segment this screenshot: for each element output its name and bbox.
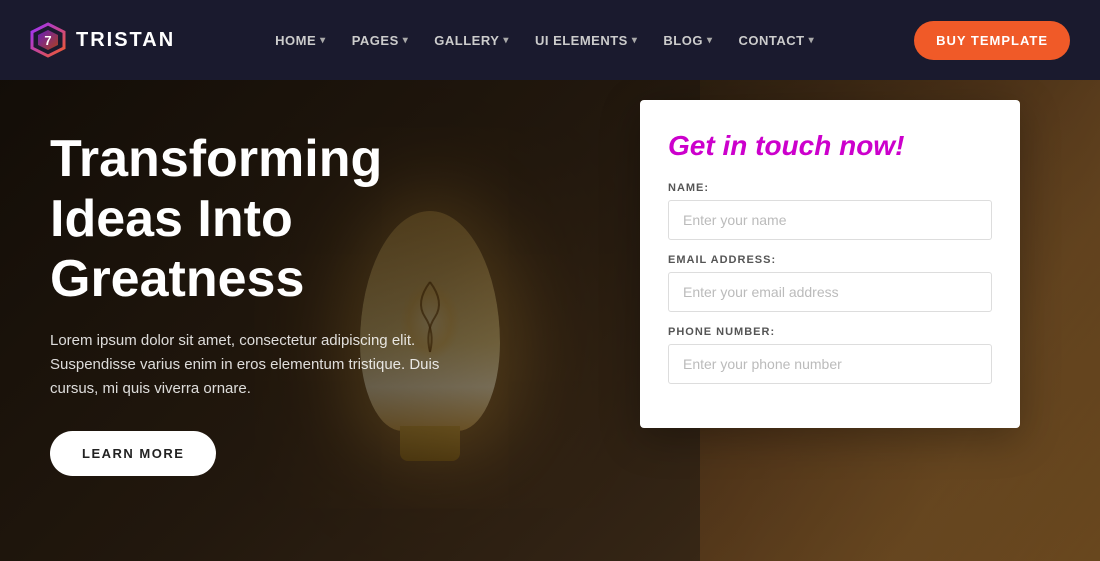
- phone-label: PHONE NUMBER:: [668, 326, 992, 338]
- hero-content: Transforming Ideas Into Greatness Lorem …: [50, 130, 510, 476]
- contact-card: Get in touch now! NAME: EMAIL ADDRESS: P…: [640, 100, 1020, 428]
- nav-links: HOME ▾ PAGES ▾ GALLERY ▾ UI ELEMENTS ▾ B…: [265, 25, 824, 56]
- chevron-down-icon: ▾: [503, 35, 509, 46]
- chevron-down-icon: ▾: [809, 35, 815, 46]
- hero-subtitle: Lorem ipsum dolor sit amet, consectetur …: [50, 329, 470, 401]
- nav-item-gallery[interactable]: GALLERY ▾: [424, 25, 519, 56]
- brand-name: TRISTAN: [76, 29, 175, 52]
- nav-item-pages[interactable]: PAGES ▾: [342, 25, 419, 56]
- name-input[interactable]: [668, 200, 992, 240]
- phone-field-group: PHONE NUMBER:: [668, 326, 992, 384]
- chevron-down-icon: ▾: [632, 35, 638, 46]
- logo[interactable]: 7 TRISTAN: [30, 22, 175, 58]
- contact-card-title: Get in touch now!: [668, 130, 992, 162]
- name-label: NAME:: [668, 182, 992, 194]
- email-label: EMAIL ADDRESS:: [668, 254, 992, 266]
- phone-input[interactable]: [668, 344, 992, 384]
- nav-item-home[interactable]: HOME ▾: [265, 25, 336, 56]
- hero-title: Transforming Ideas Into Greatness: [50, 130, 510, 309]
- logo-icon: 7: [30, 22, 66, 58]
- name-field-group: NAME:: [668, 182, 992, 240]
- svg-text:7: 7: [44, 33, 51, 48]
- hero-section: Transforming Ideas Into Greatness Lorem …: [0, 80, 1100, 561]
- navbar: 7 TRISTAN HOME ▾ PAGES ▾ GALLERY: [0, 0, 1100, 80]
- learn-more-button[interactable]: LEARN MORE: [50, 431, 216, 476]
- chevron-down-icon: ▾: [403, 35, 409, 46]
- email-input[interactable]: [668, 272, 992, 312]
- nav-item-blog[interactable]: BLOG ▾: [653, 25, 722, 56]
- chevron-down-icon: ▾: [707, 35, 713, 46]
- buy-template-button[interactable]: BUY TEMPLATE: [914, 21, 1070, 60]
- nav-item-ui-elements[interactable]: UI ELEMENTS ▾: [525, 25, 647, 56]
- chevron-down-icon: ▾: [320, 35, 326, 46]
- nav-item-contact[interactable]: CONTACT ▾: [728, 25, 824, 56]
- email-field-group: EMAIL ADDRESS:: [668, 254, 992, 312]
